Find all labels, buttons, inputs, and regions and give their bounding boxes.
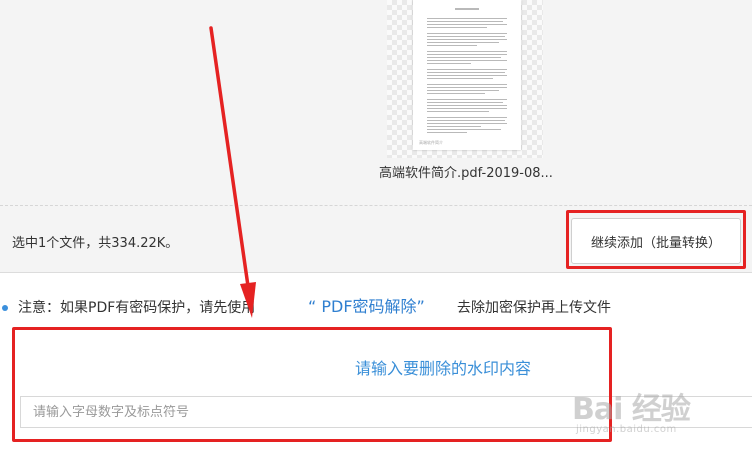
selection-summary: 选中1个文件，共334.22K。 — [12, 236, 179, 251]
divider — [0, 205, 752, 206]
document-text-lines — [427, 8, 507, 133]
baidu-jingyan-watermark: Bai 经验 jingyan.baidu.com — [572, 378, 748, 448]
pdf-unlock-link[interactable]: “ PDF密码解除” — [308, 295, 425, 319]
file-card[interactable]: 高端软件简介 高端软件简介.pdf-2019-08... — [378, 0, 554, 192]
pdf-thumbnail: 高端软件简介 — [413, 0, 521, 150]
add-more-files-button[interactable]: 继续添加（批量转换） — [571, 218, 741, 264]
thumbnail-footer-text: 高端软件简介 — [419, 140, 443, 145]
notice-bar: 注意：如果PDF有密码保护，请先使用 “ PDF密码解除” 去除加密保护再上传文… — [0, 296, 752, 320]
watermark-logo-text: Bai 经验 — [572, 392, 691, 427]
watermark-title: 请输入要删除的水印内容 — [355, 359, 532, 378]
notice-text: 注意：如果PDF有密码保护，请先使用 — [18, 300, 256, 316]
notice-text-after: 去除加密保护再上传文件 — [457, 300, 611, 316]
watermark-url: jingyan.baidu.com — [576, 424, 677, 435]
file-name: 高端软件简介.pdf-2019-08... — [379, 166, 553, 181]
upload-area: 高端软件简介 高端软件简介.pdf-2019-08... 选中1个文件，共334… — [0, 0, 752, 273]
bullet-dot-icon — [2, 305, 8, 311]
